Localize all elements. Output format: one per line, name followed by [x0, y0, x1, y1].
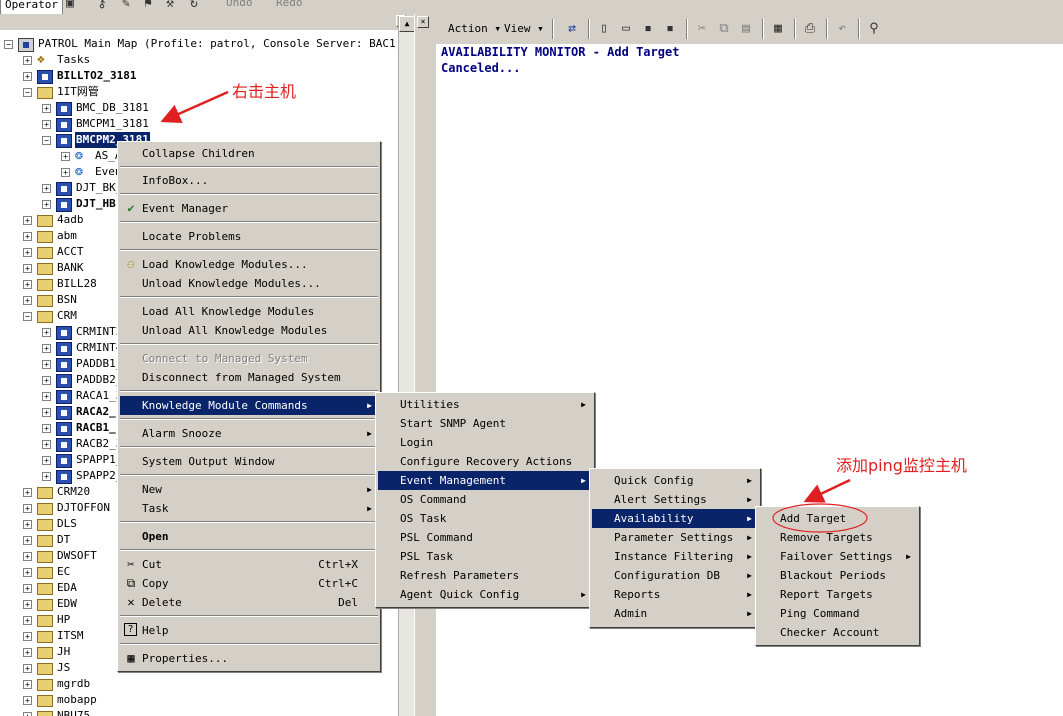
annotation-arrow: [160, 90, 229, 124]
annotation-right-click-host: 右击主机: [232, 82, 297, 101]
annotation-arrow: [803, 478, 851, 503]
annotation-add-ping-host: 添加ping监控主机: [836, 456, 967, 475]
annotation-overlay: [160, 90, 868, 533]
annotation-circle: [772, 503, 868, 533]
